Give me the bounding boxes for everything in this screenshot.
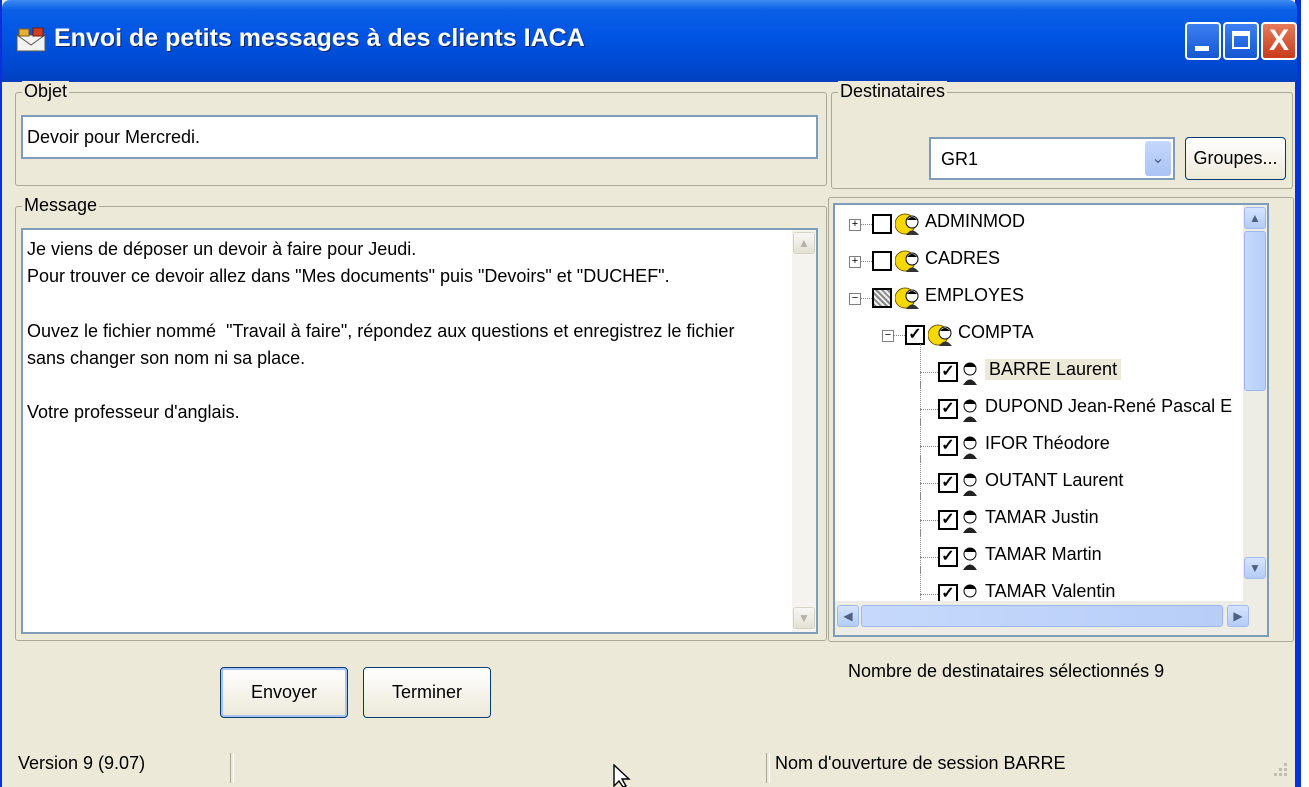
tree-scroll-hthumb[interactable] xyxy=(861,605,1223,627)
finish-button[interactable]: Terminer xyxy=(363,667,491,718)
tree-node-label: DUPOND Jean-René Pascal E xyxy=(985,396,1233,416)
group-users-icon xyxy=(895,250,919,272)
recipient-checkbox[interactable]: ✓ xyxy=(938,436,958,456)
tree-user-node[interactable]: ✓ OUTANT Laurent xyxy=(835,455,1255,499)
user-icon xyxy=(963,362,977,385)
tree-scroll-right-button[interactable]: ▶ xyxy=(1227,605,1249,627)
tree-scroll-left-button[interactable]: ◀ xyxy=(837,605,859,627)
tree-user-node[interactable]: ✓ TAMAR Justin xyxy=(835,492,1255,536)
recipient-checkbox[interactable]: ✓ xyxy=(938,547,958,567)
message-legend: Message xyxy=(22,195,100,216)
tree-node-label: IFOR Théodore xyxy=(985,433,1110,453)
tree-vertical-scrollbar[interactable]: ▲ ▼ xyxy=(1243,205,1267,605)
recipient-count: Nombre de destinataires sélectionnés 9 xyxy=(848,661,1165,681)
send-button[interactable]: Envoyer xyxy=(220,667,348,718)
message-body: Je viens de déposer un devoir à faire po… xyxy=(27,239,735,423)
groups-button-label: Groupes... xyxy=(1193,148,1278,168)
objet-input-value: Devoir pour Mercredi. xyxy=(27,127,201,147)
groups-button[interactable]: Groupes... xyxy=(1185,137,1286,180)
tree-node-label: ADMINMOD xyxy=(925,211,1025,231)
tree-connector xyxy=(920,557,938,558)
collapse-icon[interactable]: − xyxy=(849,293,861,305)
recipient-checkbox[interactable]: ✓ xyxy=(938,510,958,530)
recipient-checkbox[interactable] xyxy=(872,251,892,271)
tree-user-node[interactable]: ✓ BARRE Laurent xyxy=(835,344,1255,388)
mouse-cursor-icon xyxy=(613,764,631,787)
tree-user-node[interactable]: ✓ DUPOND Jean-René Pascal E xyxy=(835,381,1255,425)
scroll-down-button[interactable]: ▼ xyxy=(793,607,815,629)
chevron-down-icon[interactable]: ⌄ xyxy=(1145,141,1171,176)
maximize-button[interactable] xyxy=(1223,22,1259,60)
tree-node-label: OUTANT Laurent xyxy=(985,470,1124,490)
maximize-icon xyxy=(1232,31,1250,49)
tree-group-node[interactable]: + ADMINMOD xyxy=(835,208,1255,240)
tree-connector xyxy=(920,409,938,410)
objet-input[interactable]: Devoir pour Mercredi. xyxy=(21,115,818,159)
group-select[interactable]: GR1 ⌄ xyxy=(929,137,1175,180)
tree-horizontal-scrollbar[interactable]: ◀ ▶ xyxy=(835,601,1267,635)
recipient-checkbox[interactable] xyxy=(872,288,892,308)
group-users-icon xyxy=(928,324,952,346)
tree-node-label: CADRES xyxy=(925,248,1001,268)
group-select-value: GR1 xyxy=(941,149,979,169)
resize-grip-icon[interactable] xyxy=(1270,759,1290,779)
main-window: Envoi de petits messages à des clients I… xyxy=(0,0,1301,787)
close-icon: X xyxy=(1268,24,1289,57)
destinataires-legend: Destinataires xyxy=(838,81,948,102)
message-textarea[interactable]: Je viens de déposer un devoir à faire po… xyxy=(21,228,818,634)
window-title: Envoi de petits messages à des clients I… xyxy=(54,24,585,52)
minimize-button[interactable] xyxy=(1185,22,1221,60)
title-bar[interactable]: Envoi de petits messages à des clients I… xyxy=(2,0,1297,82)
recipient-checkbox[interactable]: ✓ xyxy=(905,325,925,345)
tree-node-label: BARRE Laurent xyxy=(985,359,1122,380)
recipient-checkbox[interactable] xyxy=(872,214,892,234)
session-status: Nom d'ouverture de session BARRE xyxy=(775,753,1066,773)
minimize-icon xyxy=(1195,46,1209,51)
status-divider xyxy=(766,753,770,783)
tree-node-label: COMPTA xyxy=(958,322,1034,342)
status-divider xyxy=(230,753,234,783)
tree-scroll-thumb[interactable] xyxy=(1244,231,1266,391)
expand-icon[interactable]: + xyxy=(849,219,861,231)
scroll-up-button[interactable]: ▲ xyxy=(793,232,815,254)
tree-connector xyxy=(920,372,938,373)
tree-node-label: TAMAR Valentin xyxy=(985,581,1116,601)
send-button-label: Envoyer xyxy=(250,682,318,702)
version-status: Version 9 (9.07) xyxy=(18,753,146,773)
tree-connector xyxy=(920,594,938,595)
expand-icon[interactable]: + xyxy=(849,256,861,268)
tree-scroll-down-button[interactable]: ▼ xyxy=(1244,557,1266,579)
recipient-checkbox[interactable]: ✓ xyxy=(938,473,958,493)
tree-connector xyxy=(920,520,938,521)
message-vertical-scrollbar[interactable]: ▲ ▼ xyxy=(792,230,816,632)
user-icon xyxy=(963,510,977,533)
finish-button-label: Terminer xyxy=(391,682,462,702)
tree-group-node[interactable]: − EMPLOYES xyxy=(835,282,1255,314)
recipients-tree[interactable]: + ADMINMOD + CADRES − EMPLOYES − ✓ COMPTA ✓ BARRE … xyxy=(833,203,1269,637)
group-users-icon xyxy=(895,213,919,235)
status-bar: Version 9 (9.07) Nom d'ouverture de sess… xyxy=(2,745,1295,787)
tree-connector xyxy=(920,483,938,484)
collapse-icon[interactable]: − xyxy=(882,330,894,342)
user-icon xyxy=(963,399,977,422)
tree-user-node[interactable]: ✓ IFOR Théodore xyxy=(835,418,1255,462)
tree-scroll-up-button[interactable]: ▲ xyxy=(1244,207,1266,229)
tree-group-node[interactable]: + CADRES xyxy=(835,245,1255,277)
envelope-icon xyxy=(16,27,46,52)
tree-node-label: TAMAR Justin xyxy=(985,507,1099,527)
objet-legend: Objet xyxy=(22,81,70,102)
tree-group-node[interactable]: − ✓ COMPTA xyxy=(835,319,1255,351)
tree-connector xyxy=(920,446,938,447)
group-users-icon xyxy=(895,287,919,309)
tree-node-label: TAMAR Martin xyxy=(985,544,1102,564)
user-icon xyxy=(963,473,977,496)
window-client-area: Objet Devoir pour Mercredi. Message Je v… xyxy=(2,81,1295,787)
recipient-checkbox[interactable]: ✓ xyxy=(938,399,958,419)
user-icon xyxy=(963,547,977,570)
close-button[interactable]: X xyxy=(1261,22,1297,60)
recipient-checkbox[interactable]: ✓ xyxy=(938,362,958,382)
user-icon xyxy=(963,436,977,459)
tree-user-node[interactable]: ✓ TAMAR Martin xyxy=(835,529,1255,573)
tree-node-label: EMPLOYES xyxy=(925,285,1025,305)
